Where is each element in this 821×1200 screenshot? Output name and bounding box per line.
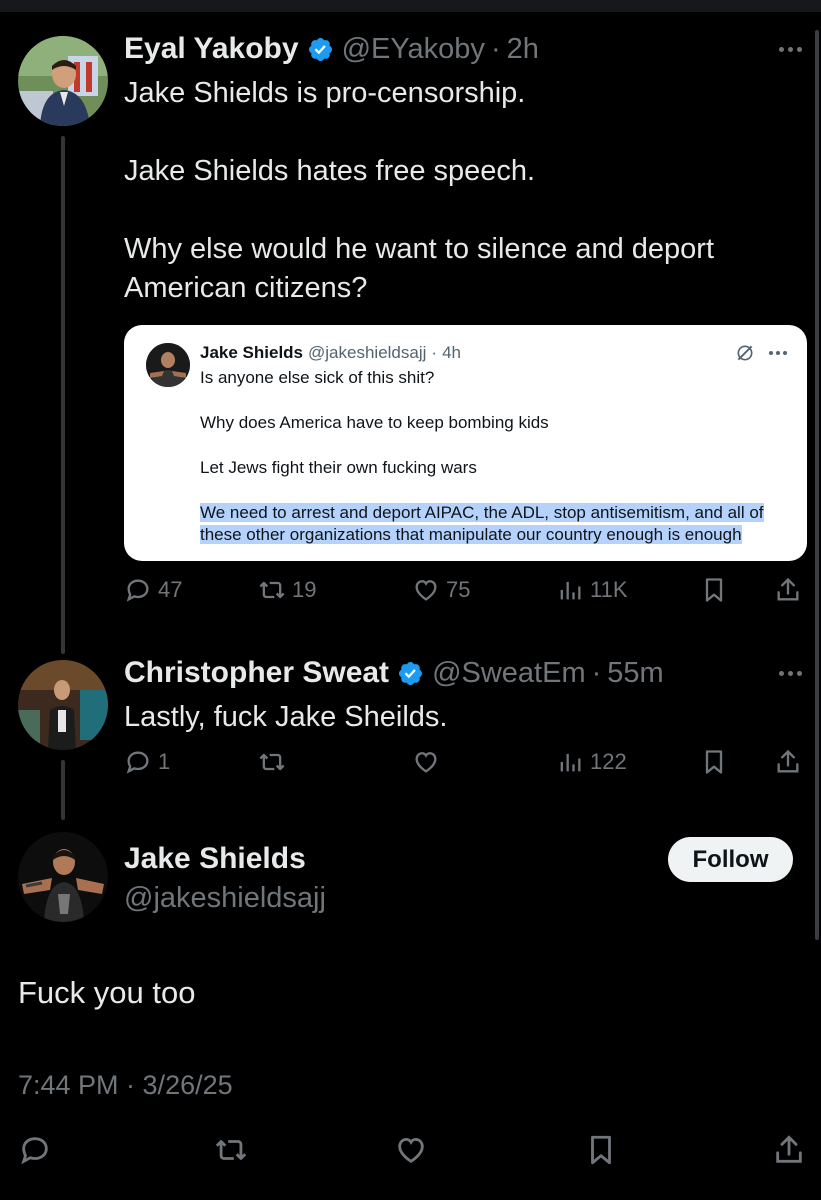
post-author: Jake Shields: [124, 842, 306, 876]
views-count: 122: [590, 749, 627, 774]
quoted-line: Is anyone else sick of this shit?: [200, 368, 435, 387]
thread-line: [61, 760, 65, 820]
tweet-header: Eyal Yakoby @EYakoby · 2h: [124, 32, 539, 66]
separator: ·: [431, 343, 438, 362]
more-icon[interactable]: [779, 671, 802, 676]
verified-badge-icon: [399, 661, 423, 685]
reply-button[interactable]: 47: [124, 576, 182, 604]
repost-button[interactable]: [258, 748, 286, 776]
post-timestamp[interactable]: 7:44 PM · 3/26/25: [18, 1070, 233, 1101]
avatar-jake-shields-quoted: [146, 343, 190, 387]
author-handle[interactable]: @EYakoby: [342, 33, 485, 66]
tweet-paragraph: Jake Shields is pro-censorship.: [124, 77, 526, 109]
post-actions: [18, 1133, 808, 1173]
repost-button[interactable]: [214, 1133, 248, 1167]
like-button[interactable]: 75: [412, 576, 470, 604]
separator: ·: [490, 32, 501, 65]
top-bar: [0, 0, 821, 12]
tweet-paragraph: Jake Shields hates free speech.: [124, 155, 536, 187]
more-icon[interactable]: [779, 47, 802, 52]
author-handle[interactable]: @jakeshieldsajj: [124, 882, 326, 915]
share-button[interactable]: [774, 576, 802, 604]
author-name[interactable]: Eyal Yakoby: [124, 32, 299, 66]
heart-icon: [398, 1137, 424, 1163]
tweet-header: Christopher Sweat @SweatEm · 55m: [124, 656, 664, 690]
like-button[interactable]: [394, 1133, 428, 1167]
tweet-paragraph: Lastly, fuck Jake Sheilds.: [124, 701, 448, 733]
heart-icon: [415, 752, 437, 773]
quoted-tweet-icons: [735, 343, 787, 363]
share-button[interactable]: [772, 1133, 806, 1167]
more-icon: [769, 351, 787, 355]
post-text: Fuck you too: [18, 975, 196, 1010]
share-button[interactable]: [774, 748, 802, 776]
views-icon: [560, 581, 581, 600]
share-icon: [777, 749, 799, 773]
reply-icon: [126, 579, 149, 602]
avatar-christopher-sweat[interactable]: [18, 660, 108, 750]
quoted-author-name: Jake Shields: [200, 343, 304, 362]
bookmark-button[interactable]: [700, 576, 728, 604]
quoted-line: Why does America have to keep bombing ki…: [200, 413, 549, 432]
bookmark-icon: [591, 1135, 611, 1165]
repost-icon: [215, 1140, 247, 1160]
reply-icon: [21, 1137, 48, 1165]
repost-button[interactable]: 19: [258, 576, 316, 604]
quoted-author-handle: @jakeshieldsajj: [308, 343, 427, 362]
quoted-tweet-card[interactable]: Jake Shields @jakeshieldsajj · 4h Is any…: [124, 325, 807, 561]
bookmark-button[interactable]: [584, 1133, 618, 1167]
repost-icon: [259, 581, 285, 599]
reply-button[interactable]: [18, 1133, 52, 1167]
thread-line: [61, 136, 65, 654]
separator: ·: [591, 656, 602, 689]
views-button[interactable]: 122: [556, 748, 627, 776]
quoted-tweet-header: Jake Shields @jakeshieldsajj · 4h: [200, 343, 461, 363]
scrollbar[interactable]: [815, 30, 819, 940]
quoted-line: Let Jews fight their own fucking wars: [200, 458, 477, 477]
share-icon: [776, 1135, 802, 1163]
follow-button[interactable]: Follow: [668, 837, 793, 882]
reply-count: 1: [158, 749, 171, 774]
reply-count: 47: [158, 577, 183, 602]
tweet-actions: 47 19 75 11K: [124, 576, 808, 616]
highlighted-line: We need to arrest and deport AIPAC, the …: [200, 503, 764, 522]
post-author-handle-row: @jakeshieldsajj: [116, 882, 326, 915]
author-name[interactable]: Christopher Sweat: [124, 656, 389, 690]
highlighted-line: these other organizations that manipulat…: [200, 525, 742, 544]
avatar-eyal-yakoby[interactable]: [18, 36, 108, 126]
like-count: 75: [446, 577, 471, 602]
author-name[interactable]: Jake Shields: [124, 842, 306, 876]
tweet-text: Lastly, fuck Jake Sheilds.: [124, 698, 784, 737]
tweet-paragraph: Why else would he want to silence and de…: [124, 233, 715, 304]
views-count: 11K: [590, 577, 628, 602]
reply-button[interactable]: 1: [124, 748, 170, 776]
repost-count: 19: [292, 577, 317, 602]
views-icon: [560, 753, 581, 772]
views-button[interactable]: 11K: [556, 576, 628, 604]
verified-badge-icon: [308, 37, 332, 61]
quoted-post-time: 4h: [442, 343, 461, 362]
share-icon: [777, 577, 799, 601]
quoted-tweet-text: Is anyone else sick of this shit? Why do…: [200, 367, 795, 546]
grok-icon: [737, 345, 753, 361]
repost-icon: [259, 753, 285, 771]
bookmark-icon: [705, 750, 723, 774]
tweet-text: Jake Shields is pro-censorship. Jake Shi…: [124, 74, 784, 308]
like-button[interactable]: [412, 748, 440, 776]
tweet-actions: 1 122: [124, 748, 808, 788]
reply-icon: [126, 751, 149, 774]
bookmark-icon: [705, 578, 723, 602]
bookmark-button[interactable]: [700, 748, 728, 776]
post-time[interactable]: 2h: [507, 33, 539, 66]
heart-icon: [415, 580, 437, 601]
avatar-jake-shields[interactable]: [18, 832, 108, 922]
author-handle[interactable]: @SweatEm: [432, 657, 586, 690]
post-time[interactable]: 55m: [607, 657, 663, 690]
